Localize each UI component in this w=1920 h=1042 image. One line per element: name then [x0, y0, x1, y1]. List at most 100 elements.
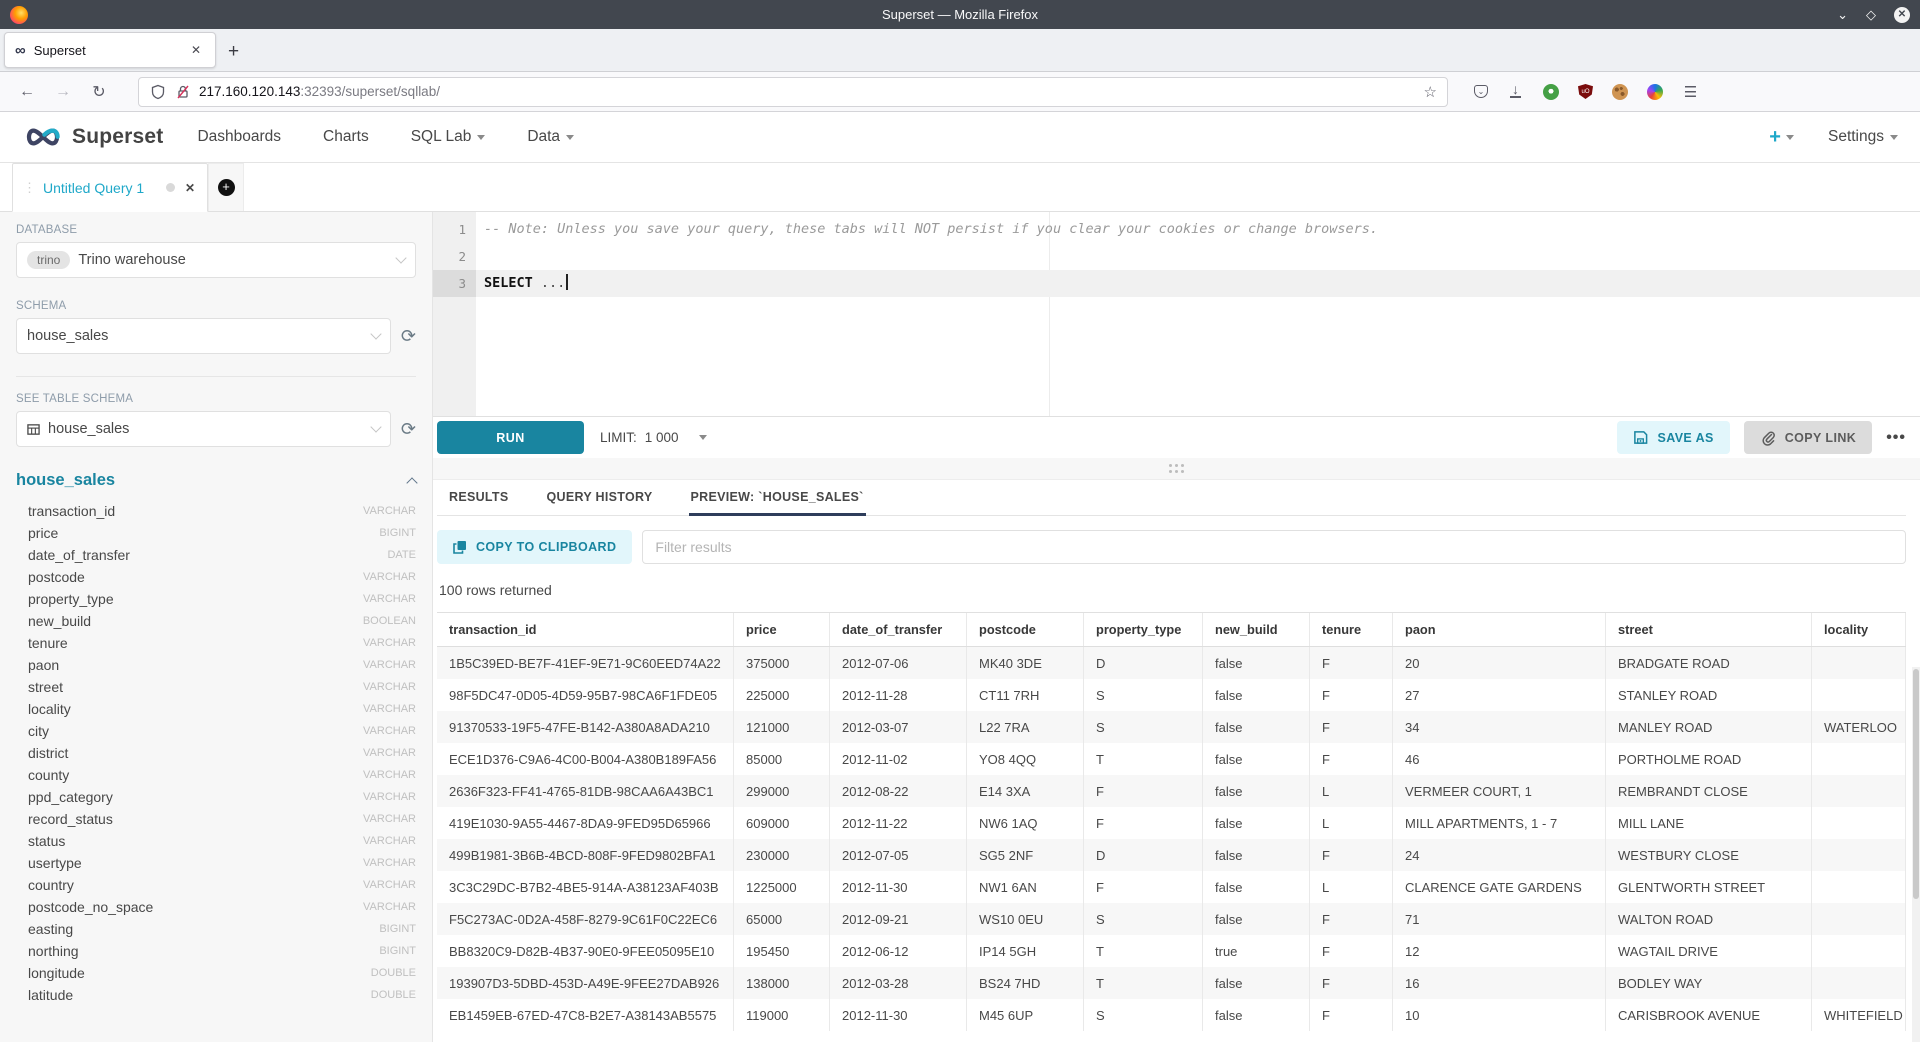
limit-label: LIMIT: — [600, 430, 637, 445]
save-as-button[interactable]: SAVE AS — [1617, 421, 1729, 454]
results-tab[interactable]: PREVIEW: `HOUSE_SALES` — [689, 480, 866, 516]
ublock-icon[interactable]: uO — [1578, 84, 1593, 99]
cell: 2012-03-07 — [830, 711, 967, 743]
column-type: VARCHAR — [363, 747, 416, 759]
filter-results-input[interactable] — [642, 530, 1906, 564]
column-header[interactable]: street — [1606, 613, 1812, 646]
cookie-extension-icon[interactable] — [1612, 84, 1628, 100]
add-query-tab-button[interactable]: + — [208, 163, 244, 211]
cell: S — [1084, 999, 1203, 1031]
scrollbar-thumb[interactable] — [1913, 669, 1919, 899]
chevron-down-icon — [699, 435, 707, 440]
column-header[interactable]: postcode — [967, 613, 1084, 646]
copy-to-clipboard-label: COPY TO CLIPBOARD — [476, 540, 616, 554]
database-select[interactable]: trino Trino warehouse — [16, 242, 416, 278]
sql-editor[interactable]: 1-- Note: Unless you save your query, th… — [433, 212, 1920, 416]
cell: WAGTAIL DRIVE — [1606, 935, 1812, 967]
column-header[interactable]: date_of_transfer — [830, 613, 967, 646]
cell: MK40 3DE — [967, 647, 1084, 679]
schema-column-row: price BIGINT — [16, 522, 416, 544]
results-tab[interactable]: RESULTS — [447, 480, 511, 516]
column-name: country — [28, 877, 363, 893]
column-type: VARCHAR — [363, 593, 416, 605]
column-header[interactable]: price — [734, 613, 830, 646]
copy-link-button[interactable]: COPY LINK — [1744, 421, 1872, 454]
privacy-badger-icon[interactable] — [1543, 84, 1559, 100]
table-select[interactable]: house_sales — [16, 411, 391, 447]
column-header[interactable]: transaction_id — [437, 613, 734, 646]
cell: 20 — [1393, 647, 1606, 679]
refresh-tables-icon[interactable]: ⟳ — [401, 420, 416, 438]
tracking-shield-icon[interactable] — [149, 83, 166, 100]
results-tab[interactable]: QUERY HISTORY — [545, 480, 655, 516]
window-maximize-icon[interactable]: ◇ — [1866, 8, 1876, 21]
window-close-icon[interactable]: ✕ — [1894, 7, 1910, 23]
extension-pinwheel-icon[interactable] — [1647, 84, 1663, 100]
url-text: 217.160.120.143:32393/superset/sqllab/ — [199, 84, 1416, 99]
browser-tab[interactable]: ∞ Superset ✕ — [4, 32, 216, 68]
column-name: tenure — [28, 635, 363, 651]
table-schema-label: SEE TABLE SCHEMA — [16, 393, 416, 405]
column-type: VARCHAR — [363, 725, 416, 737]
forward-icon[interactable]: → — [48, 83, 78, 101]
column-header[interactable]: tenure — [1310, 613, 1393, 646]
query-tab[interactable]: ⋮ Untitled Query 1 ✕ — [12, 163, 208, 212]
chevron-down-icon — [477, 135, 485, 140]
column-name: transaction_id — [28, 503, 363, 519]
table-row: 98F5DC47-0D05-4D59-95B7-98CA6F1FDE052250… — [437, 679, 1906, 711]
navbar-menu-item[interactable]: Data — [527, 128, 574, 146]
pane-splitter[interactable] — [433, 458, 1920, 480]
schema-select[interactable]: house_sales — [16, 318, 391, 354]
limit-value: 1 000 — [645, 430, 679, 445]
settings-menu[interactable]: Settings — [1828, 128, 1898, 146]
navbar-menu-item[interactable]: SQL Lab — [411, 128, 486, 146]
copy-to-clipboard-button[interactable]: COPY TO CLIPBOARD — [437, 530, 632, 564]
cell: 46 — [1393, 743, 1606, 775]
line-number: 2 — [433, 243, 476, 270]
cell: false — [1203, 839, 1310, 871]
url-bar[interactable]: 217.160.120.143:32393/superset/sqllab/ ☆ — [138, 77, 1448, 107]
back-icon[interactable]: ← — [12, 83, 42, 101]
column-type: VARCHAR — [363, 813, 416, 825]
add-new-button[interactable]: + — [1769, 126, 1794, 149]
column-type: VARCHAR — [363, 703, 416, 715]
cell: S — [1084, 679, 1203, 711]
refresh-schemas-icon[interactable]: ⟳ — [401, 327, 416, 345]
superset-brand[interactable]: Superset — [22, 124, 163, 150]
column-header[interactable]: property_type — [1084, 613, 1203, 646]
cell: 609000 — [734, 807, 830, 839]
table-row: EB1459EB-67ED-47C8-B2E7-A38143AB55751190… — [437, 999, 1906, 1031]
bookmark-star-icon[interactable]: ☆ — [1424, 83, 1437, 101]
reload-icon[interactable]: ↻ — [84, 82, 114, 102]
cell: F — [1310, 679, 1393, 711]
query-tab-close-icon[interactable]: ✕ — [183, 181, 197, 195]
limit-dropdown[interactable]: LIMIT: 1 000 — [600, 430, 707, 445]
scrollbar-track[interactable] — [1912, 667, 1920, 1042]
pocket-icon[interactable]: ⌄ — [1474, 85, 1488, 98]
drag-handle-icon[interactable]: ⋮ — [23, 180, 35, 196]
superset-navbar: Superset Dashboards Charts SQL Lab Data … — [0, 112, 1920, 163]
navbar-menu-item[interactable]: Charts — [323, 128, 369, 146]
table-schema-header[interactable]: house_sales — [16, 471, 416, 490]
menu-hamburger-icon[interactable]: ☰ — [1682, 83, 1699, 100]
column-header[interactable]: locality — [1812, 613, 1906, 646]
cell: YO8 4QQ — [967, 743, 1084, 775]
run-button[interactable]: RUN — [437, 421, 584, 454]
cell: F — [1310, 967, 1393, 999]
cell — [1812, 807, 1906, 839]
new-tab-button[interactable]: + — [216, 37, 251, 71]
schema-column-row: property_type VARCHAR — [16, 588, 416, 610]
collapse-chevron-icon[interactable] — [406, 477, 417, 488]
column-header[interactable]: paon — [1393, 613, 1606, 646]
more-actions-button[interactable]: ••• — [1886, 429, 1906, 447]
column-header[interactable]: new_build — [1203, 613, 1310, 646]
window-minimize-icon[interactable]: ⌄ — [1837, 8, 1848, 21]
insecure-lock-icon[interactable] — [174, 83, 191, 100]
column-name: record_status — [28, 811, 363, 827]
firefox-titlebar: Superset — Mozilla Firefox ⌄ ◇ ✕ — [0, 0, 1920, 29]
cell: 2012-03-28 — [830, 967, 967, 999]
download-icon[interactable]: ↓ — [1507, 83, 1524, 100]
navbar-menu-item[interactable]: Dashboards — [197, 128, 281, 146]
column-name: district — [28, 745, 363, 761]
tab-close-icon[interactable]: ✕ — [187, 41, 205, 59]
